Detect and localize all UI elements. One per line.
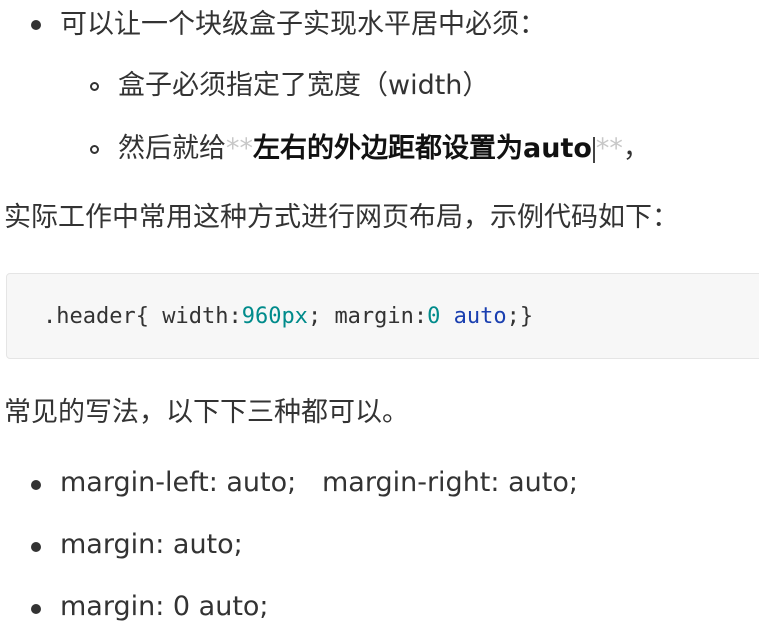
circle-bullet-icon — [90, 82, 99, 91]
list-item: margin: auto; — [60, 529, 243, 560]
paragraph: 实际工作中常用这种方式进行网页布局，示例代码如下： — [4, 202, 679, 233]
markdown-stars-open: ** — [226, 133, 253, 164]
code-block: .header{ width:960px; margin:0 auto;} — [6, 273, 759, 359]
code-selector: .header{ — [43, 304, 149, 329]
code-number: 960px — [241, 304, 308, 329]
bullet-icon — [31, 542, 41, 552]
sub-list-item: 盒子必须指定了宽度（width） — [118, 70, 490, 101]
bullet-icon — [31, 20, 41, 30]
code-number: 0 — [427, 304, 441, 329]
sub-item-prefix: 然后就给 — [118, 133, 226, 164]
markdown-stars-close: ** — [595, 133, 623, 164]
code-property: margin: — [334, 304, 428, 329]
circle-bullet-icon — [90, 145, 99, 154]
code-line: .header{ width:960px; margin:0 auto;} — [43, 302, 533, 332]
list-item: margin-left: auto; margin-right: auto; — [60, 467, 578, 498]
sub-item-suffix: ， — [622, 133, 650, 164]
code-property: width: — [162, 304, 242, 329]
code-semicolon: ; — [307, 304, 322, 329]
bullet-icon — [31, 480, 41, 490]
list-item: margin: 0 auto; — [60, 591, 269, 622]
bold-text: 左右的外边距都设置为auto — [253, 133, 592, 164]
code-end: ;} — [506, 304, 534, 329]
paragraph: 常见的写法，以下下三种都可以。 — [4, 397, 409, 428]
sub-list-item: 然后就给**左右的外边距都设置为auto **， — [118, 131, 650, 167]
bullet-icon — [31, 604, 41, 614]
code-keyword: auto — [453, 304, 507, 329]
text-cursor-icon — [592, 136, 595, 163]
list-item: 可以让一个块级盒子实现水平居中必须： — [60, 9, 546, 40]
